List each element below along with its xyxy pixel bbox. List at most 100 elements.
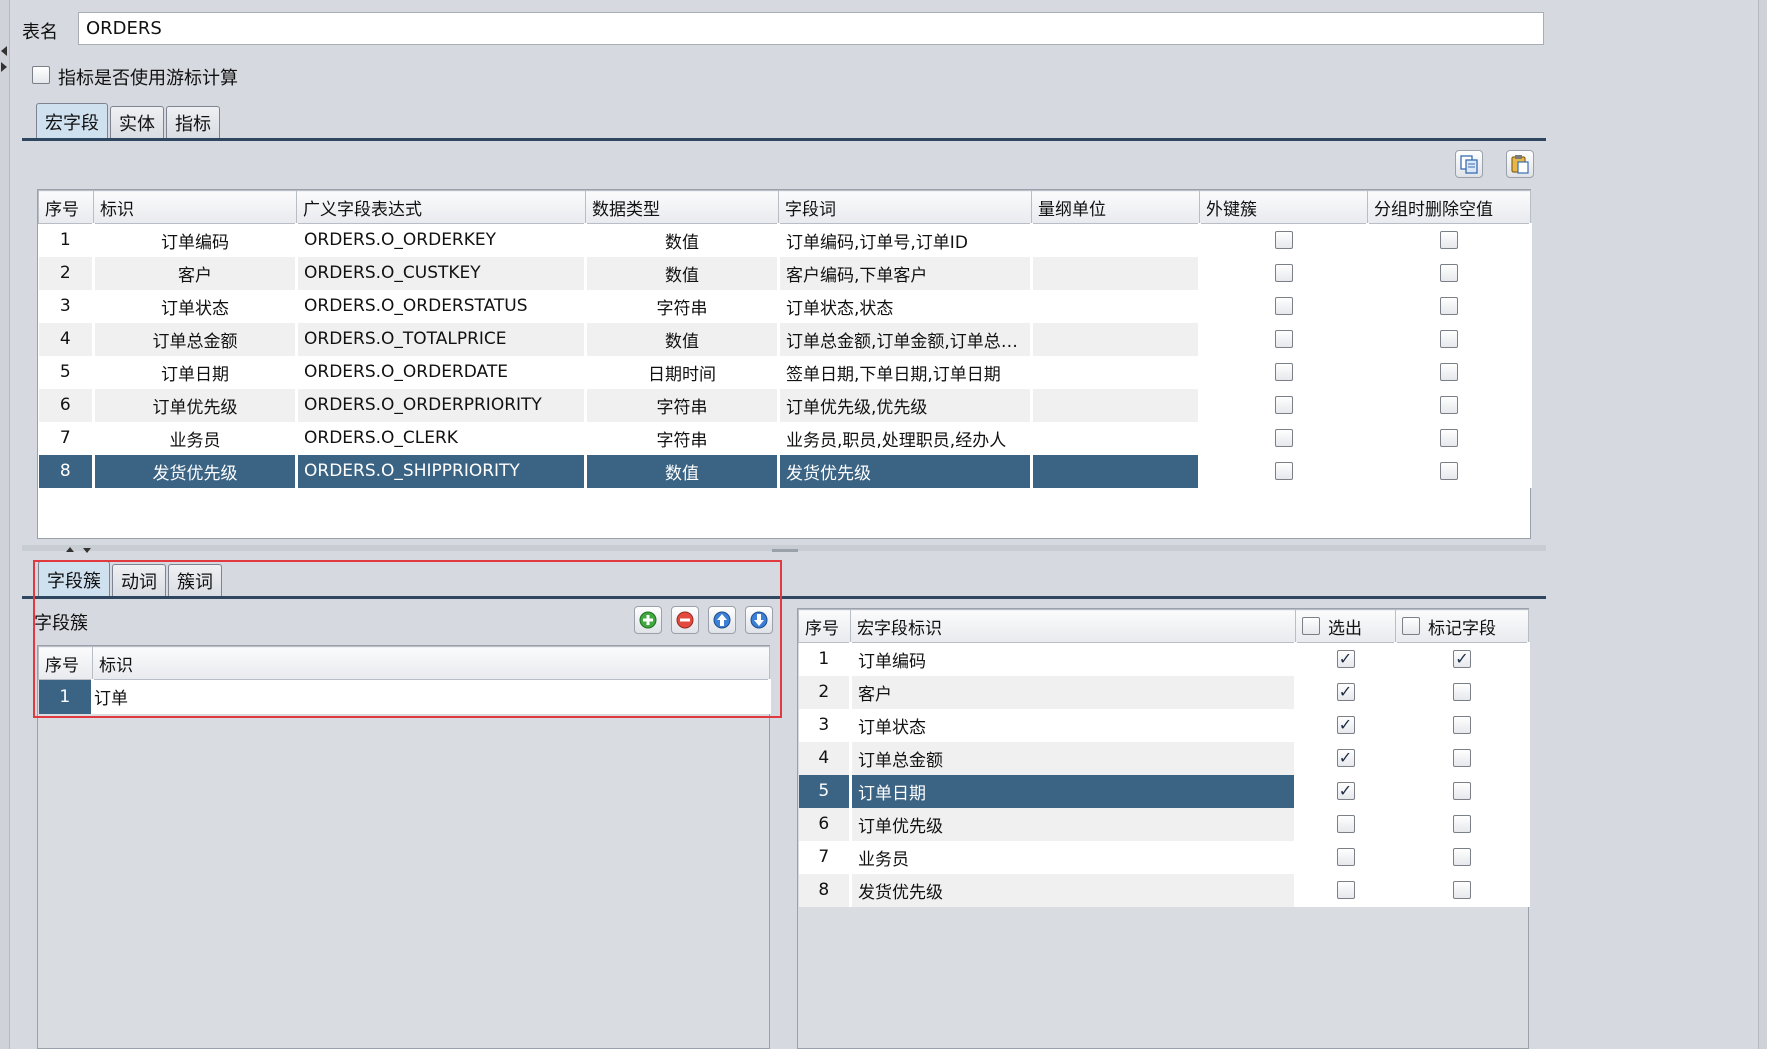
row-id[interactable]: 订单日期 [93,355,298,389]
row-macro-id[interactable]: 订单优先级 [850,807,1297,841]
row-expr[interactable]: ORDERS.O_TOTALPRICE [296,322,587,356]
row-id[interactable]: 发货优先级 [93,454,298,488]
table-row[interactable]: 5 订单日期 ORDERS.O_ORDERDATE 日期时间 签单日期,下单日期… [38,355,1532,389]
row-unit[interactable] [1031,355,1201,389]
row-macro-id[interactable]: 订单总金额 [850,741,1297,775]
col-header-unit[interactable]: 量纲单位 [1031,190,1200,224]
row-id[interactable]: 订单总金额 [93,322,298,356]
paste-button[interactable] [1506,150,1534,178]
row-expr[interactable]: ORDERS.O_SHIPPRIORITY [296,454,587,488]
row-id[interactable]: 订单状态 [93,289,298,323]
fk-checkbox[interactable] [1274,330,1293,348]
col-header-mark[interactable]: 标记字段 [1395,609,1529,643]
table-row[interactable]: 7 业务员 [798,840,1530,874]
row-type[interactable]: 数值 [585,322,780,356]
row-words[interactable]: 订单状态,状态 [778,289,1033,323]
row-unit[interactable] [1031,388,1201,422]
row-words[interactable]: 签单日期,下单日期,订单日期 [778,355,1033,389]
row-words[interactable]: 客户编码,下单客户 [778,256,1033,290]
row-words[interactable]: 订单总金额,订单金额,订单总额,... [778,322,1033,356]
row-expr[interactable]: ORDERS.O_CLERK [296,421,587,455]
fk-checkbox[interactable] [1274,297,1293,315]
col-header-no[interactable]: 序号 [38,190,94,224]
select-checkbox[interactable] [1336,881,1355,899]
select-checkbox[interactable]: ✓ [1336,716,1355,734]
mark-checkbox[interactable] [1453,815,1471,833]
select-checkbox[interactable]: ✓ [1336,683,1355,701]
row-unit[interactable] [1031,421,1201,455]
table-row-selected[interactable]: 5 订单日期 ✓ [798,774,1530,808]
row-id[interactable]: 客户 [93,256,298,290]
row-type[interactable]: 字符串 [585,421,780,455]
row-macro-id[interactable]: 订单状态 [850,708,1297,742]
row-type[interactable]: 数值 [585,454,780,488]
mark-all-checkbox[interactable] [1402,617,1420,635]
select-all-checkbox[interactable] [1302,617,1320,635]
del-null-checkbox[interactable] [1440,264,1458,282]
del-null-checkbox[interactable] [1440,297,1458,315]
copy-button[interactable] [1455,150,1483,178]
table-row[interactable]: 4 订单总金额 ✓ [798,741,1530,775]
mark-checkbox[interactable] [1453,782,1471,800]
row-unit[interactable] [1031,223,1201,257]
table-row[interactable]: 8 发货优先级 [798,873,1530,907]
del-null-checkbox[interactable] [1440,363,1458,381]
table-row[interactable]: 6 订单优先级 [798,807,1530,841]
select-checkbox[interactable] [1336,848,1355,866]
row-unit[interactable] [1031,256,1201,290]
tab-entity[interactable]: 实体 [110,106,164,139]
row-type[interactable]: 数值 [585,256,780,290]
table-name-field[interactable]: ORDERS [78,12,1544,45]
col-header-expr[interactable]: 广义字段表达式 [296,190,586,224]
tab-macro-fields[interactable]: 宏字段 [36,103,108,139]
row-expr[interactable]: ORDERS.O_ORDERPRIORITY [296,388,587,422]
select-checkbox[interactable]: ✓ [1336,650,1355,669]
select-checkbox[interactable]: ✓ [1336,782,1355,800]
col-header-no[interactable]: 序号 [798,609,851,643]
row-expr[interactable]: ORDERS.O_CUSTKEY [296,256,587,290]
col-header-words[interactable]: 字段词 [778,190,1032,224]
row-macro-id[interactable]: 订单编码 [850,642,1297,676]
expand-right-icon[interactable] [1,62,7,72]
del-null-checkbox[interactable] [1440,429,1458,447]
row-id[interactable]: 订单编码 [93,223,298,257]
table-row[interactable]: 2 客户 ✓ [798,675,1530,709]
mark-checkbox[interactable] [1453,683,1471,701]
row-unit[interactable] [1031,322,1201,356]
tab-indicator[interactable]: 指标 [166,106,220,139]
row-words[interactable]: 发货优先级 [778,454,1033,488]
row-expr[interactable]: ORDERS.O_ORDERSTATUS [296,289,587,323]
row-words[interactable]: 订单编码,订单号,订单ID [778,223,1033,257]
table-row[interactable]: 1 订单编码 ORDERS.O_ORDERKEY 数值 订单编码,订单号,订单I… [38,223,1532,257]
cursor-calc-checkbox[interactable] [32,66,50,84]
mark-checkbox[interactable] [1453,716,1471,734]
table-row-selected[interactable]: 8 发货优先级 ORDERS.O_SHIPPRIORITY 数值 发货优先级 [38,454,1532,488]
del-null-checkbox[interactable] [1440,462,1458,480]
row-expr[interactable]: ORDERS.O_ORDERKEY [296,223,587,257]
collapse-left-icon[interactable] [1,46,7,56]
mark-checkbox[interactable] [1453,749,1471,767]
mark-checkbox[interactable] [1453,881,1471,899]
table-row[interactable]: 2 客户 ORDERS.O_CUSTKEY 数值 客户编码,下单客户 [38,256,1532,290]
row-type[interactable]: 字符串 [585,289,780,323]
vertical-splitter-handle[interactable] [772,549,798,552]
col-header-fk[interactable]: 外键簇 [1199,190,1368,224]
row-words[interactable]: 业务员,职员,处理职员,经办人 [778,421,1033,455]
del-null-checkbox[interactable] [1440,231,1458,250]
row-words[interactable]: 订单优先级,优先级 [778,388,1033,422]
fk-checkbox[interactable] [1274,429,1293,447]
table-row[interactable]: 7 业务员 ORDERS.O_CLERK 字符串 业务员,职员,处理职员,经办人 [38,421,1532,455]
col-header-macro-id[interactable]: 宏字段标识 [850,609,1296,643]
row-type[interactable]: 日期时间 [585,355,780,389]
del-null-checkbox[interactable] [1440,396,1458,414]
splitter-collapse-icon[interactable] [66,547,74,552]
row-macro-id[interactable]: 业务员 [850,840,1297,874]
select-checkbox[interactable] [1336,815,1355,833]
table-row[interactable]: 1 订单编码 ✓ ✓ [798,642,1530,676]
row-id[interactable]: 订单优先级 [93,388,298,422]
row-macro-id[interactable]: 订单日期 [850,774,1297,808]
col-header-del-null[interactable]: 分组时删除空值 [1367,190,1531,224]
row-unit[interactable] [1031,454,1201,488]
col-header-type[interactable]: 数据类型 [585,190,779,224]
mark-checkbox[interactable]: ✓ [1453,650,1471,669]
